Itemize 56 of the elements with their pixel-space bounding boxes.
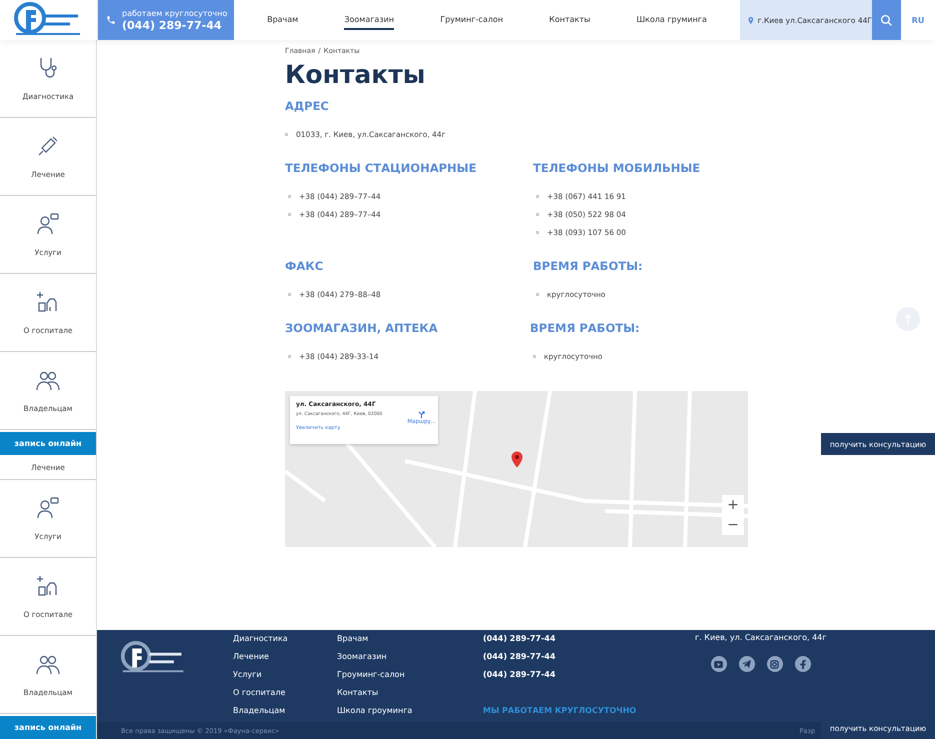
- search-button[interactable]: [872, 0, 901, 40]
- bullet-icon: [536, 292, 539, 296]
- footer-phone[interactable]: (044) 289-77-44: [483, 633, 695, 645]
- footer-link[interactable]: Гроуминг-салон: [337, 669, 483, 681]
- bullet-icon: [288, 194, 291, 198]
- section-heading: ЗООМАГАЗИН, АПТЕКА: [285, 321, 439, 335]
- nav-link[interactable]: Врачам: [267, 10, 298, 30]
- map-pin-icon: [748, 14, 754, 26]
- zoom-out-button[interactable]: −: [722, 515, 744, 535]
- bullet-icon: [536, 212, 539, 216]
- bullet-icon: [288, 354, 291, 358]
- facebook-icon[interactable]: [794, 656, 811, 672]
- footer-link[interactable]: Контакты: [337, 687, 483, 699]
- section-heading: ВРЕМЯ РАБОТЫ:: [530, 321, 641, 335]
- directions-icon: [417, 410, 426, 419]
- nav-link[interactable]: Школа груминга: [636, 10, 707, 30]
- nav-link[interactable]: Зоомагазин: [344, 10, 394, 30]
- person-speech-icon: [36, 212, 60, 236]
- section-heading: ТЕЛЕФОНЫ СТАЦИОНАРНЫЕ: [285, 161, 478, 175]
- phone-icon: [106, 15, 116, 25]
- footer-link[interactable]: Школа гроуминга: [337, 705, 483, 717]
- zoom-in-button[interactable]: +: [722, 495, 744, 515]
- footer-link[interactable]: Владельцам: [233, 705, 337, 717]
- nav-link[interactable]: Контакты: [549, 10, 590, 30]
- map-pin-icon: [511, 451, 523, 468]
- footer-link[interactable]: Врачам: [337, 633, 483, 645]
- footer-phone[interactable]: (044) 289-77-44: [483, 669, 695, 681]
- nav-link[interactable]: Груминг-салон: [440, 10, 503, 30]
- bullet-icon: [536, 230, 539, 234]
- footer-link[interactable]: О госпитале: [233, 687, 337, 699]
- book-online-button[interactable]: запись онлайн: [0, 716, 96, 739]
- bullet-icon: [285, 132, 288, 136]
- footer-phone[interactable]: (044) 289-77-44: [483, 651, 695, 663]
- bullet-icon: [533, 354, 536, 358]
- instagram-icon[interactable]: [766, 656, 783, 672]
- section-heading: ВРЕМЯ РАБОТЫ:: [533, 259, 644, 273]
- youtube-icon[interactable]: [710, 656, 727, 672]
- footer-link[interactable]: Зоомагазин: [337, 651, 483, 663]
- phone-caption: работаем круглосуточно: [122, 8, 228, 18]
- footer-address: г. Киев, ул. Саксаганского, 44г: [695, 633, 826, 642]
- footer-link[interactable]: Диагностика: [233, 633, 337, 645]
- book-online-button[interactable]: запись онлайн: [0, 432, 96, 455]
- section-heading: АДРЕС: [285, 99, 330, 113]
- bullet-icon: [288, 212, 291, 216]
- syringe-icon: [36, 134, 60, 158]
- bullet-icon: [536, 194, 539, 198]
- page-title: Контакты: [285, 60, 426, 89]
- section-heading: ТЕЛЕФОНЫ МОБИЛЬНЫЕ: [533, 161, 702, 175]
- section-heading: ФАКС: [285, 259, 324, 273]
- footer-link[interactable]: Услуги: [233, 669, 337, 681]
- telegram-icon[interactable]: [738, 656, 755, 672]
- search-icon: [880, 14, 893, 26]
- hours-text: МЫ РАБОТАЕМ КРУГЛОСУТОЧНО: [483, 706, 636, 715]
- footer-link[interactable]: Лечение: [233, 651, 337, 663]
- person-speech-icon: [36, 496, 60, 520]
- bullet-icon: [288, 292, 291, 296]
